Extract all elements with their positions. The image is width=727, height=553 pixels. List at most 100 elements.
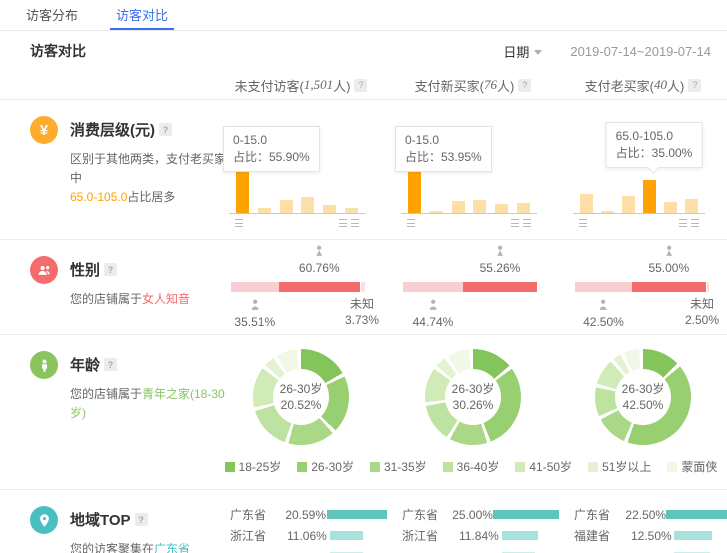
chart-tooltip: 0-15.0 占比：55.90% <box>223 126 320 172</box>
tab-visitor-compare[interactable]: 访客对比 <box>110 0 174 30</box>
bar <box>664 202 677 213</box>
female-stat: 60.76% <box>299 244 340 275</box>
region-bar <box>327 510 387 519</box>
help-icon[interactable]: ? <box>159 123 172 136</box>
donut-center-label: 26-30岁 30.26% <box>445 369 501 425</box>
bar <box>622 196 635 213</box>
legend-item: 51岁以上 <box>588 458 651 475</box>
donut-chart: 26-30岁 20.52% <box>253 349 349 445</box>
age-legend: 18-25岁26-30岁31-35岁36-40岁41-50岁51岁以上蒙面侠 <box>215 458 727 475</box>
bar <box>430 211 443 213</box>
date-dropdown[interactable]: 日期 <box>503 42 542 61</box>
female-icon <box>661 244 676 259</box>
legend-swatch <box>588 462 598 472</box>
chevron-down-icon <box>534 50 542 55</box>
male-stat: 44.74% <box>413 298 454 329</box>
region-bar <box>330 531 363 540</box>
section-title: 性别 ? <box>70 259 230 280</box>
section-desc: 您的店铺属于青年之家(18-30岁) <box>70 385 230 423</box>
male-icon <box>596 298 611 313</box>
region-bar <box>502 531 538 540</box>
yen-icon: ¥ <box>30 116 58 144</box>
region-row: 广东省25.00% <box>402 504 559 525</box>
help-icon[interactable]: ? <box>354 79 367 92</box>
bar <box>280 200 293 213</box>
help-icon[interactable]: ? <box>135 513 148 526</box>
bar <box>685 199 698 213</box>
column-header-old-buyer: 支付老买家(40人) ? <box>559 71 727 99</box>
axis-tick-labels <box>235 219 359 227</box>
legend-swatch <box>443 462 453 472</box>
axis-tick-labels <box>579 219 699 227</box>
visitor-compare-page: 访客分布 访客对比 访客对比 日期 2019-07-14~2019-07-14 … <box>0 0 727 553</box>
bar <box>301 197 314 213</box>
tab-bar: 访客分布 访客对比 <box>0 0 727 31</box>
region-row <box>230 546 387 553</box>
bar <box>601 211 614 213</box>
female-stat: 55.26% <box>480 244 521 275</box>
region-list-unpaid: 广东省20.59%浙江省11.06% <box>215 490 387 553</box>
region-row <box>402 546 559 553</box>
female-icon <box>312 244 327 259</box>
gender-chart-unpaid: 60.76% 35.51% 未知 3.73% <box>215 240 387 334</box>
column-header-new-buyer: 支付新买家(76人) ? <box>387 71 559 99</box>
section-desc: 您的访客聚集在广东省 <box>70 540 230 553</box>
male-stat: 35.51% <box>234 298 275 329</box>
male-icon <box>425 298 440 313</box>
section-region-top: 地域TOP ? 您的访客聚集在广东省 广东省20.59%浙江省11.06% 广东… <box>0 490 727 553</box>
pin-icon <box>30 506 58 534</box>
bar <box>473 200 486 213</box>
gender-stacked-bar <box>403 282 537 292</box>
region-bar <box>666 510 727 519</box>
chart-tooltip: 65.0-105.0 占比：35.00% <box>606 122 703 168</box>
region-row: 浙江省11.06% <box>230 525 387 546</box>
male-icon <box>247 298 262 313</box>
panel-header: 访客对比 日期 2019-07-14~2019-07-14 <box>0 31 727 71</box>
section-title: 地域TOP ? <box>70 509 230 530</box>
donut-center-label: 26-30岁 20.52% <box>273 369 329 425</box>
page-title: 访客对比 <box>30 41 86 61</box>
region-list-new-buyer: 广东省25.00%浙江省11.84% <box>387 490 559 553</box>
legend-swatch <box>515 462 525 472</box>
gender-chart-new-buyer: 55.26% 44.74% 未知 <box>387 240 559 334</box>
help-icon[interactable]: ? <box>518 79 531 92</box>
region-bar <box>493 510 559 519</box>
female-stat: 55.00% <box>648 244 689 275</box>
bar <box>495 204 508 213</box>
legend-swatch <box>297 462 307 472</box>
bar <box>258 208 271 213</box>
section-gender: 性别 ? 您的店铺属于女人知音 60.76% 35.51% 未知 3.73% <box>0 240 727 335</box>
bar <box>580 194 593 213</box>
region-row: 广东省20.59% <box>230 504 387 525</box>
region-row: 福建省12.50% <box>574 525 727 546</box>
help-icon[interactable]: ? <box>104 358 117 371</box>
date-range[interactable]: 2019-07-14~2019-07-14 <box>570 44 711 59</box>
legend-item: 蒙面侠 <box>667 458 717 475</box>
column-header-unpaid: 未支付访客(1,501人) ? <box>215 71 387 99</box>
help-icon[interactable]: ? <box>104 263 117 276</box>
unknown-stat: 未知 3.73% <box>345 296 379 328</box>
legend-swatch <box>370 462 380 472</box>
donut-chart: 26-30岁 30.26% <box>425 349 521 445</box>
region-list-old-buyer: 广东省22.50%福建省12.50% <box>559 490 727 553</box>
bar <box>643 180 656 213</box>
male-stat: 42.50% <box>583 298 624 329</box>
legend-swatch <box>667 462 677 472</box>
legend-item: 36-40岁 <box>443 458 500 475</box>
legend-item: 18-25岁 <box>225 458 282 475</box>
bar <box>517 203 530 213</box>
tab-visitor-distribution[interactable]: 访客分布 <box>20 0 84 30</box>
section-title: 消费层级(元) ? <box>70 119 230 140</box>
section-desc: 您的店铺属于女人知音 <box>70 290 230 309</box>
legend-item: 26-30岁 <box>297 458 354 475</box>
section-consume-level: ¥ 消费层级(元) ? 区别于其他两类，支付老买家中65.0-105.0占比居多… <box>0 100 727 240</box>
person-icon <box>30 351 58 379</box>
region-row: 广东省22.50% <box>574 504 727 525</box>
help-icon[interactable]: ? <box>688 79 701 92</box>
donut-center-label: 26-30岁 42.50% <box>615 369 671 425</box>
chart-tooltip: 0-15.0 占比：53.95% <box>395 126 492 172</box>
gender-chart-old-buyer: 55.00% 42.50% 未知 2.50% <box>559 240 727 334</box>
bar <box>452 201 465 213</box>
donut-chart: 26-30岁 42.50% <box>595 349 691 445</box>
legend-item: 31-35岁 <box>370 458 427 475</box>
